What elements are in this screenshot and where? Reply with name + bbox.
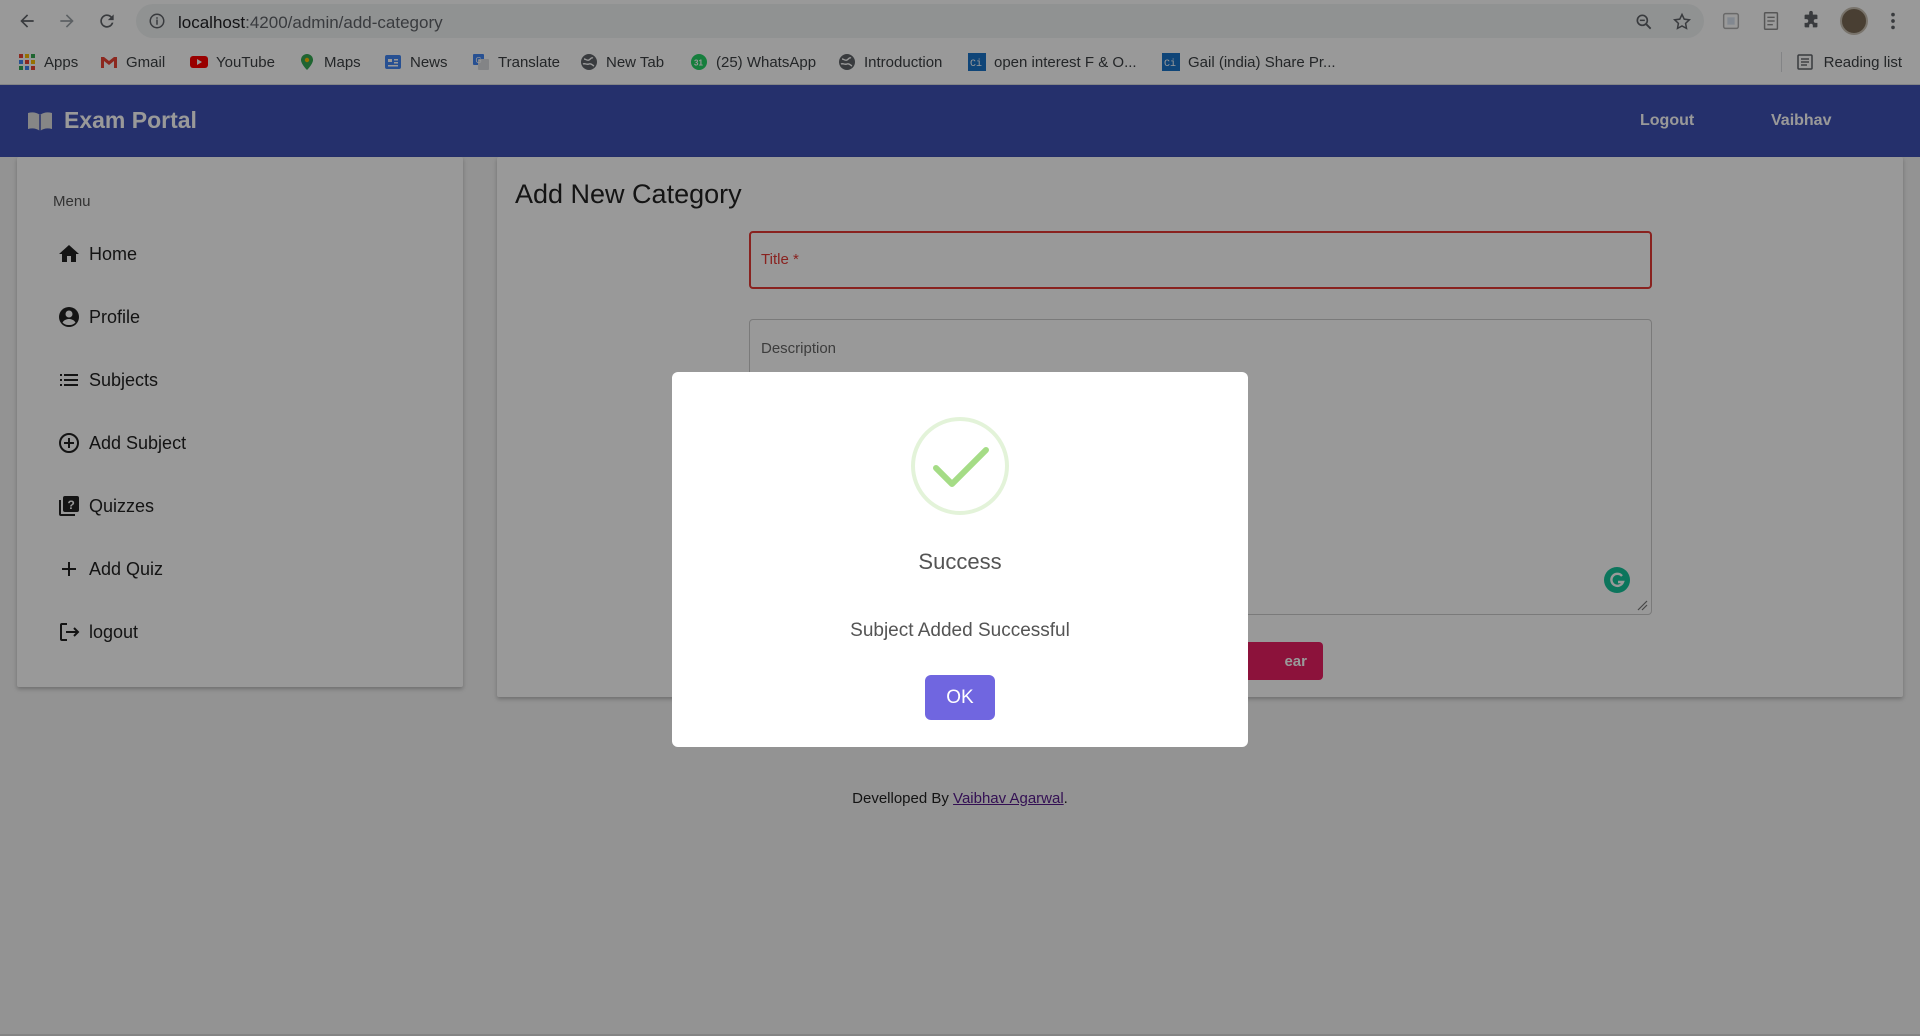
ok-button[interactable]: OK: [925, 675, 995, 720]
success-check-icon: [911, 417, 1009, 515]
modal-backdrop[interactable]: Success Subject Added Successful OK: [0, 0, 1920, 1036]
ok-button-label: OK: [946, 686, 974, 708]
dialog-message: Subject Added Successful: [850, 620, 1070, 641]
success-dialog: Success Subject Added Successful OK: [672, 372, 1248, 747]
dialog-title: Success: [918, 549, 1002, 574]
